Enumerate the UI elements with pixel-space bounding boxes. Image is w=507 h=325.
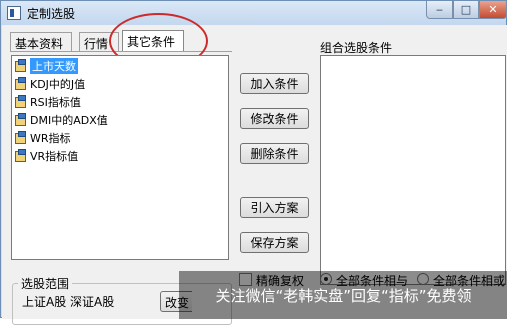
list-item[interactable]: 上市天数 — [14, 57, 78, 74]
window-title: 定制选股 — [27, 7, 76, 21]
save-plan-button[interactable]: 保存方案 — [240, 232, 309, 253]
list-item[interactable]: VR指标值 — [14, 147, 78, 164]
import-plan-button[interactable]: 引入方案 — [240, 197, 309, 218]
list-item-label: RSI指标值 — [30, 95, 81, 109]
condition-icon — [14, 148, 28, 163]
scope-markets: 上证A股 深证A股 — [22, 295, 115, 309]
condition-list[interactable]: 上市天数 KDJ中的J值 RSI指标值 DMI中的ADX值 WR指标 VR指标值 — [11, 55, 229, 260]
condition-icon — [14, 94, 28, 109]
condition-icon — [14, 130, 28, 145]
list-item[interactable]: KDJ中的J值 — [14, 75, 85, 92]
minimize-icon: ‒ — [436, 3, 443, 16]
list-item-label: DMI中的ADX值 — [30, 113, 108, 127]
close-icon: ✕ — [488, 3, 498, 16]
list-item-label: 上市天数 — [30, 57, 78, 74]
condition-icon — [14, 76, 28, 91]
condition-icon — [14, 112, 28, 127]
maximize-icon: □ — [460, 3, 472, 16]
list-item[interactable]: RSI指标值 — [14, 93, 81, 110]
list-item-label: VR指标值 — [30, 149, 79, 163]
list-item[interactable]: DMI中的ADX值 — [14, 111, 108, 128]
watermark-banner: 关注微信“老韩实盘”回复“指标”免费领 — [179, 271, 507, 319]
modify-condition-button[interactable]: 修改条件 — [240, 108, 309, 129]
list-item-label: KDJ中的J值 — [30, 77, 86, 91]
combined-conditions-list[interactable] — [320, 55, 506, 285]
delete-condition-button[interactable]: 删除条件 — [240, 143, 309, 164]
title-bar: 定制选股 ‒ □ ✕ — [1, 1, 507, 25]
tab-basic-info[interactable]: 基本资料 — [10, 32, 72, 52]
stock-screening-window: 定制选股 ‒ □ ✕ 基本资料 行情 其它条件 上市天数 KDJ中的J值 RSI… — [0, 0, 507, 325]
list-item[interactable]: WR指标 — [14, 129, 71, 146]
minimize-button[interactable]: ‒ — [426, 1, 453, 19]
combined-conditions-label: 组合选股条件 — [320, 41, 393, 55]
app-icon — [7, 6, 21, 20]
scope-title: 选股范围 — [18, 275, 73, 292]
maximize-button[interactable]: □ — [453, 1, 479, 19]
close-button[interactable]: ✕ — [479, 1, 507, 19]
add-condition-button[interactable]: 加入条件 — [240, 73, 309, 94]
condition-icon — [14, 58, 28, 73]
list-item-label: WR指标 — [30, 131, 71, 145]
